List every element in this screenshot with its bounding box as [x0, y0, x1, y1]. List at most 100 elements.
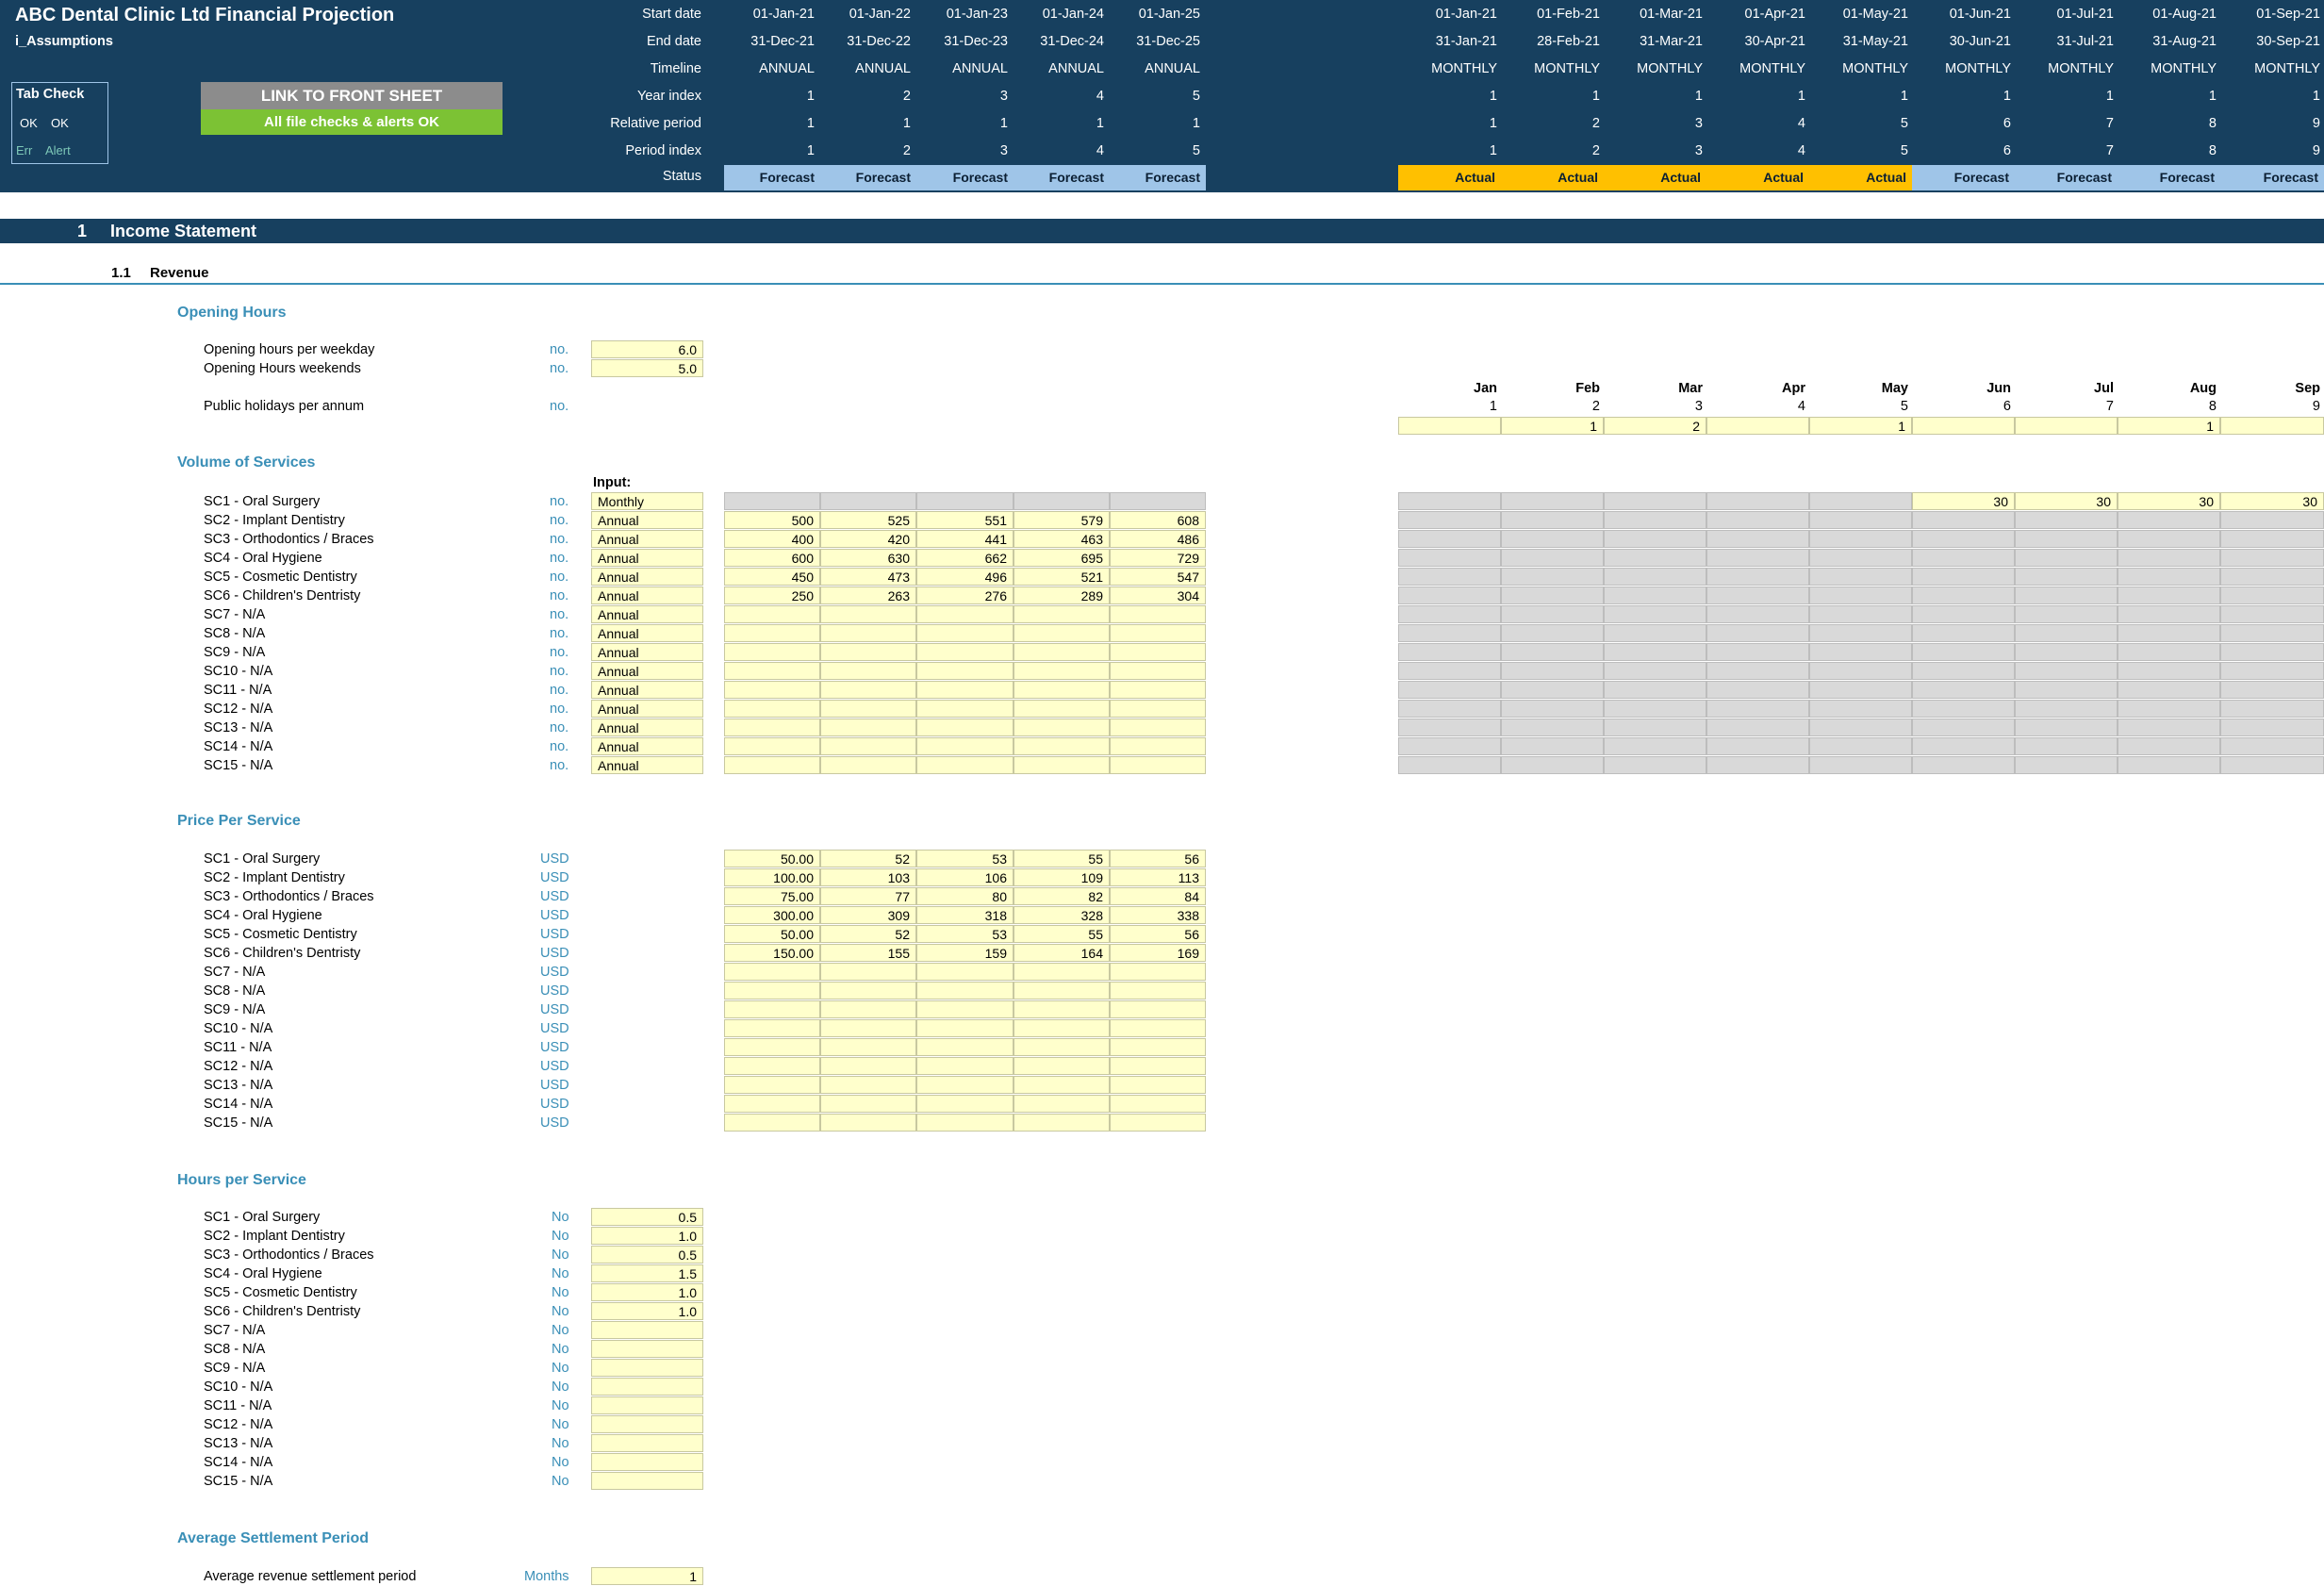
price-input[interactable]: 77: [820, 887, 916, 905]
price-input[interactable]: 109: [1014, 868, 1110, 886]
price-input[interactable]: 75.00: [724, 887, 820, 905]
annual-volume-input[interactable]: [1110, 624, 1206, 642]
price-input[interactable]: 164: [1014, 944, 1110, 962]
price-input[interactable]: [724, 1019, 820, 1037]
annual-volume-input[interactable]: [1014, 737, 1110, 755]
annual-volume-input[interactable]: [820, 605, 916, 623]
holiday-input[interactable]: 1: [1809, 417, 1912, 435]
annual-volume-input[interactable]: [724, 719, 820, 736]
price-input[interactable]: 82: [1014, 887, 1110, 905]
annual-volume-input[interactable]: [1110, 700, 1206, 718]
annual-volume-input[interactable]: [724, 605, 820, 623]
price-input[interactable]: 328: [1014, 906, 1110, 924]
annual-volume-input[interactable]: [724, 700, 820, 718]
holiday-input[interactable]: [1912, 417, 2015, 435]
annual-volume-input[interactable]: [1110, 719, 1206, 736]
annual-volume-input[interactable]: [724, 643, 820, 661]
price-input[interactable]: 318: [916, 906, 1014, 924]
settlement-input[interactable]: 1: [591, 1567, 703, 1585]
annual-volume-input[interactable]: [724, 737, 820, 755]
price-input[interactable]: 53: [916, 850, 1014, 867]
frequency-select[interactable]: Annual: [591, 756, 703, 774]
price-input[interactable]: 113: [1110, 868, 1206, 886]
price-input[interactable]: [1110, 1076, 1206, 1094]
price-input[interactable]: [1014, 1000, 1110, 1018]
annual-volume-input[interactable]: [820, 624, 916, 642]
price-input[interactable]: [916, 1057, 1014, 1075]
annual-volume-input[interactable]: 608: [1110, 511, 1206, 529]
price-input[interactable]: 84: [1110, 887, 1206, 905]
annual-volume-input[interactable]: [1110, 662, 1206, 680]
annual-volume-input[interactable]: [916, 643, 1014, 661]
price-input[interactable]: [1110, 1114, 1206, 1132]
price-input[interactable]: [724, 982, 820, 1000]
price-input[interactable]: 155: [820, 944, 916, 962]
price-input[interactable]: [820, 1000, 916, 1018]
price-input[interactable]: [820, 1019, 916, 1037]
price-input[interactable]: 52: [820, 850, 916, 867]
holiday-input[interactable]: 1: [1501, 417, 1604, 435]
annual-volume-input[interactable]: [916, 756, 1014, 774]
price-input[interactable]: 55: [1014, 850, 1110, 867]
annual-volume-input[interactable]: 579: [1014, 511, 1110, 529]
annual-volume-input[interactable]: 450: [724, 568, 820, 586]
hours-input[interactable]: [591, 1378, 703, 1396]
annual-volume-input[interactable]: [916, 681, 1014, 699]
price-input[interactable]: 300.00: [724, 906, 820, 924]
price-input[interactable]: [916, 1095, 1014, 1113]
price-input[interactable]: 55: [1014, 925, 1110, 943]
annual-volume-input[interactable]: 463: [1014, 530, 1110, 548]
opening-hours-input[interactable]: 6.0: [591, 340, 703, 358]
annual-volume-input[interactable]: [1014, 605, 1110, 623]
annual-volume-input[interactable]: [820, 643, 916, 661]
annual-volume-input[interactable]: [820, 719, 916, 736]
annual-volume-input[interactable]: [724, 624, 820, 642]
price-input[interactable]: 150.00: [724, 944, 820, 962]
price-input[interactable]: [1014, 1057, 1110, 1075]
annual-volume-input[interactable]: 263: [820, 586, 916, 604]
price-input[interactable]: [820, 1114, 916, 1132]
frequency-select[interactable]: Annual: [591, 586, 703, 604]
price-input[interactable]: 56: [1110, 925, 1206, 943]
price-input[interactable]: 159: [916, 944, 1014, 962]
frequency-select[interactable]: Annual: [591, 605, 703, 623]
price-input[interactable]: [916, 982, 1014, 1000]
annual-volume-input[interactable]: 420: [820, 530, 916, 548]
annual-volume-input[interactable]: 276: [916, 586, 1014, 604]
price-input[interactable]: [1110, 1038, 1206, 1056]
annual-volume-input[interactable]: [1110, 643, 1206, 661]
holiday-input[interactable]: [1706, 417, 1809, 435]
price-input[interactable]: [724, 1057, 820, 1075]
annual-volume-input[interactable]: 547: [1110, 568, 1206, 586]
price-input[interactable]: [1014, 1019, 1110, 1037]
frequency-select[interactable]: Annual: [591, 681, 703, 699]
price-input[interactable]: 309: [820, 906, 916, 924]
hours-input[interactable]: 0.5: [591, 1246, 703, 1264]
annual-volume-input[interactable]: 441: [916, 530, 1014, 548]
holiday-input[interactable]: 2: [1604, 417, 1706, 435]
annual-volume-input[interactable]: [916, 719, 1014, 736]
price-input[interactable]: [1110, 963, 1206, 981]
price-input[interactable]: [820, 1038, 916, 1056]
frequency-select[interactable]: Annual: [591, 549, 703, 567]
annual-volume-input[interactable]: 304: [1110, 586, 1206, 604]
price-input[interactable]: [724, 1114, 820, 1132]
price-input[interactable]: [1110, 1019, 1206, 1037]
price-input[interactable]: [1110, 1057, 1206, 1075]
annual-volume-input[interactable]: 551: [916, 511, 1014, 529]
price-input[interactable]: [916, 963, 1014, 981]
annual-volume-input[interactable]: 630: [820, 549, 916, 567]
annual-volume-input[interactable]: [1014, 662, 1110, 680]
price-input[interactable]: [820, 963, 916, 981]
hours-input[interactable]: 1.5: [591, 1264, 703, 1282]
price-input[interactable]: [724, 1076, 820, 1094]
hours-input[interactable]: [591, 1359, 703, 1377]
annual-volume-input[interactable]: [916, 605, 1014, 623]
annual-volume-input[interactable]: [724, 681, 820, 699]
price-input[interactable]: [916, 1000, 1014, 1018]
frequency-select[interactable]: Annual: [591, 568, 703, 586]
price-input[interactable]: [916, 1038, 1014, 1056]
price-input[interactable]: [916, 1019, 1014, 1037]
price-input[interactable]: [916, 1114, 1014, 1132]
hours-input[interactable]: [591, 1340, 703, 1358]
